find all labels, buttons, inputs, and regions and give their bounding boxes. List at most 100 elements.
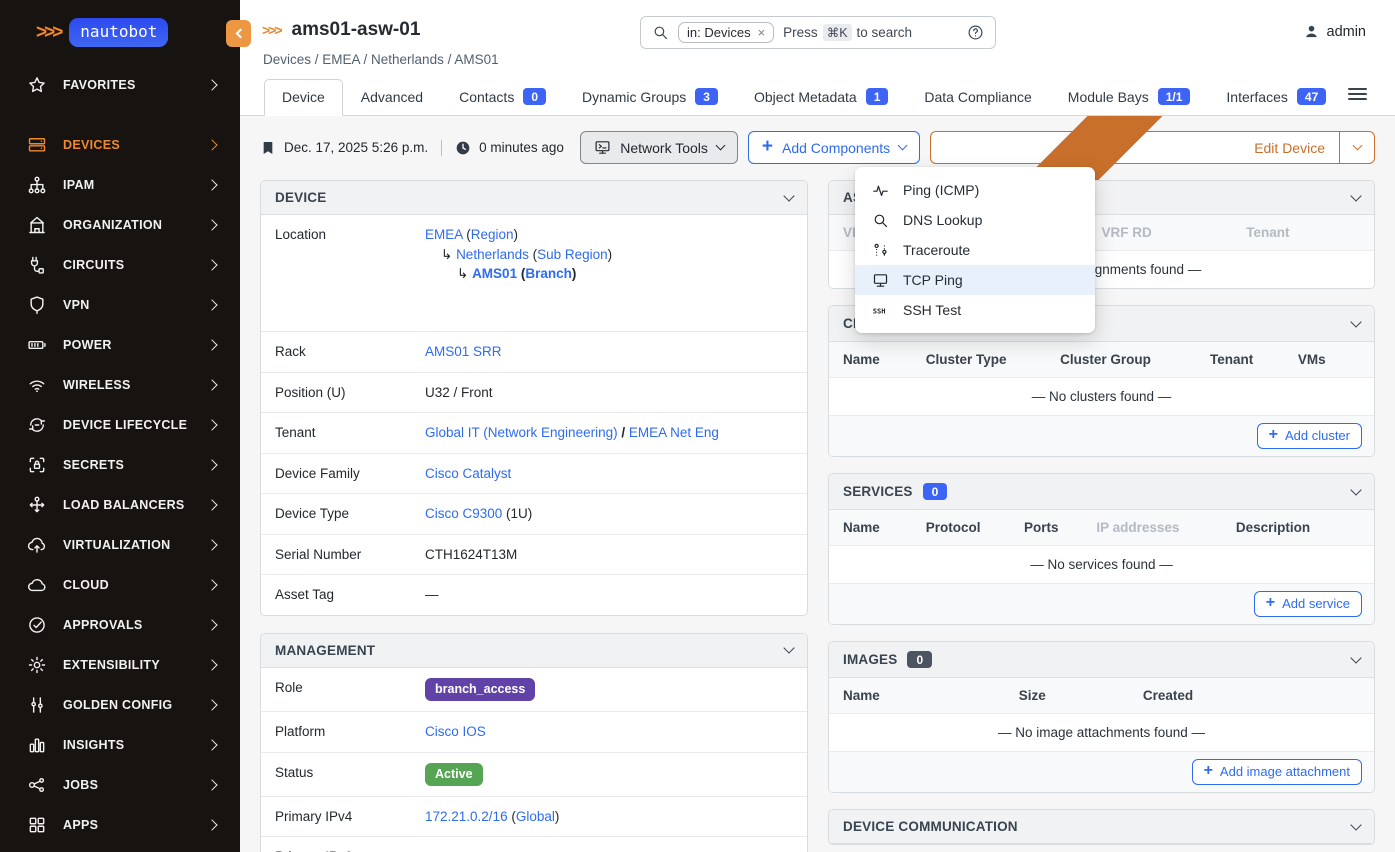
value-link[interactable]: Cisco IOS xyxy=(425,724,486,739)
empty-table-message: — No image attachments found — xyxy=(829,714,1374,751)
value-line: ↳ Netherlands (Sub Region) xyxy=(425,245,793,265)
value-link[interactable]: Cisco Catalyst xyxy=(425,466,511,481)
sidebar-item-vpn[interactable]: VPN xyxy=(0,285,240,325)
shield-icon xyxy=(27,295,47,315)
plug-icon xyxy=(27,255,47,275)
sidebar-item-load-balancers[interactable]: LOAD BALANCERS xyxy=(0,485,240,525)
tab-device[interactable]: Device xyxy=(264,79,343,116)
search-input[interactable]: in: Devices × Press ⌘K to search xyxy=(640,16,996,49)
menu-item-dns-lookup[interactable]: DNS Lookup xyxy=(855,205,1095,235)
menu-item-ssh-test[interactable]: SSHSSH Test xyxy=(855,295,1095,325)
search-filter-chip[interactable]: in: Devices × xyxy=(678,22,774,43)
value-link[interactable]: Netherlands xyxy=(456,247,529,262)
tab-overflow-menu-icon[interactable] xyxy=(1348,85,1367,103)
value-link[interactable]: AMS01 SRR xyxy=(425,344,502,359)
plus-icon: + xyxy=(1266,594,1275,612)
sidebar-item-extensibility[interactable]: EXTENSIBILITY xyxy=(0,645,240,685)
chevron-down-icon[interactable] xyxy=(1350,652,1361,663)
sidebar-item-power[interactable]: POWER xyxy=(0,325,240,365)
tab-contacts[interactable]: Contacts0 xyxy=(441,78,564,116)
sidebar-item-secrets[interactable]: SECRETS xyxy=(0,445,240,485)
sidebar-item-golden-config[interactable]: GOLDEN CONFIG xyxy=(0,685,240,725)
column-header-cluster-group: Cluster Group xyxy=(1060,352,1210,367)
tab-advanced[interactable]: Advanced xyxy=(343,79,441,116)
chevron-down-icon[interactable] xyxy=(783,190,794,201)
tab-dynamic-groups[interactable]: Dynamic Groups3 xyxy=(564,78,736,116)
tab-data-compliance[interactable]: Data Compliance xyxy=(906,79,1049,116)
value-link[interactable]: Cisco C9300 xyxy=(425,506,502,521)
chevron-down-icon[interactable] xyxy=(1350,819,1361,830)
column-header-vms: VMs xyxy=(1298,352,1360,367)
value-link[interactable]: Branch xyxy=(525,266,572,281)
column-header-tenant: Tenant xyxy=(1246,225,1360,240)
field-row-primary-ipv4: Primary IPv4172.21.0.2/16 (Global) xyxy=(261,796,807,837)
menu-item-traceroute[interactable]: Traceroute xyxy=(855,235,1095,265)
value-link[interactable]: 172.21.0.2/16 xyxy=(425,809,508,824)
network-tools-menu: Ping (ICMP)DNS Lookup Traceroute TCP PingS… xyxy=(855,167,1095,333)
value-link[interactable]: EMEA Net Eng xyxy=(629,425,719,440)
value-text: ) xyxy=(514,227,519,242)
chevron-right-icon xyxy=(206,379,217,390)
sidebar-item-apps[interactable]: APPS xyxy=(0,805,240,845)
sidebar-item-label: ORGANIZATION xyxy=(63,218,208,232)
field-label: Position (U) xyxy=(275,383,425,403)
plus-icon: + xyxy=(1204,762,1213,780)
tab-module-bays[interactable]: Module Bays1/1 xyxy=(1050,78,1209,116)
value-link[interactable]: Global xyxy=(516,809,555,824)
value-link[interactable]: EMEA xyxy=(425,227,463,242)
value-line: Cisco C9300 (1U) xyxy=(425,504,793,524)
sidebar-item-virtualization[interactable]: VIRTUALIZATION xyxy=(0,525,240,565)
column-header-vrf-rd: VRF RD xyxy=(1102,225,1247,240)
sidebar-item-ipam[interactable]: IPAM xyxy=(0,165,240,205)
help-icon[interactable] xyxy=(967,24,984,41)
sidebar-item-approvals[interactable]: APPROVALS xyxy=(0,605,240,645)
value-link[interactable]: AMS01 xyxy=(472,266,517,281)
sidebar-item-circuits[interactable]: CIRCUITS xyxy=(0,245,240,285)
sidebar-item-wireless[interactable]: WIRELESS xyxy=(0,365,240,405)
column-header-ports: Ports xyxy=(1024,520,1096,535)
sidebar-item-favorites[interactable]: FAVORITES xyxy=(0,65,240,105)
add-components-button[interactable]: + Add Components xyxy=(748,131,920,164)
value-text: / xyxy=(618,425,629,440)
chevron-down-icon[interactable] xyxy=(1350,316,1361,327)
sidebar-item-jobs[interactable]: JOBS xyxy=(0,765,240,805)
edit-device-caret-button[interactable] xyxy=(1339,132,1374,163)
nautobot-logo[interactable]: >>> nautobot xyxy=(0,0,240,47)
tab-object-metadata[interactable]: Object Metadata1 xyxy=(736,78,906,116)
user-menu[interactable]: admin xyxy=(1303,23,1367,40)
value-link[interactable]: Global IT (Network Engineering) xyxy=(425,425,618,440)
value-link[interactable]: Region xyxy=(471,227,514,242)
add-service-button[interactable]: +Add service xyxy=(1254,591,1362,617)
sidebar-item-insights[interactable]: INSIGHTS xyxy=(0,725,240,765)
sidebar-collapse-button[interactable] xyxy=(226,20,251,47)
menu-item-label: Traceroute xyxy=(903,242,970,258)
field-row-device-type: Device TypeCisco C9300 (1U) xyxy=(261,493,807,534)
chevron-down-icon[interactable] xyxy=(1350,484,1361,495)
sidebar-item-label: WIRELESS xyxy=(63,378,208,392)
panel-header: MANAGEMENT xyxy=(261,634,807,668)
chip-close-icon[interactable]: × xyxy=(758,25,766,40)
network-tools-button[interactable]: Network Tools xyxy=(580,131,738,164)
sidebar-item-label: INSIGHTS xyxy=(63,738,208,752)
sidebar-item-organization[interactable]: ORGANIZATION xyxy=(0,205,240,245)
chevron-down-icon[interactable] xyxy=(1350,190,1361,201)
chevron-right-icon xyxy=(206,299,217,310)
value-text: ( xyxy=(463,227,471,242)
chevron-down-icon[interactable] xyxy=(783,643,794,654)
menu-item-tcp-ping[interactable]: TCP Ping xyxy=(855,265,1095,295)
edit-device-button[interactable]: Edit Device xyxy=(931,132,1339,163)
battery-icon xyxy=(27,335,47,355)
sidebar-item-cloud[interactable]: CLOUD xyxy=(0,565,240,605)
chevron-down-icon xyxy=(1352,141,1362,151)
main-area: >>> ams01-asw-01 Devices / EMEA / Nether… xyxy=(240,0,1395,852)
sidebar-item-label: DEVICES xyxy=(63,138,208,152)
field-label: Location xyxy=(275,225,425,321)
tab-interfaces[interactable]: Interfaces47 xyxy=(1208,78,1344,116)
menu-item-ping-icmp[interactable]: Ping (ICMP) xyxy=(855,175,1095,205)
add-cluster-button[interactable]: +Add cluster xyxy=(1257,423,1362,449)
load-balancer-icon xyxy=(27,495,47,515)
sidebar-item-device-lifecycle[interactable]: DEVICE LIFECYCLE xyxy=(0,405,240,445)
add-image-attachment-button[interactable]: +Add image attachment xyxy=(1192,759,1362,785)
sidebar-item-devices[interactable]: DEVICES xyxy=(0,125,240,165)
value-link[interactable]: Sub Region xyxy=(537,247,608,262)
